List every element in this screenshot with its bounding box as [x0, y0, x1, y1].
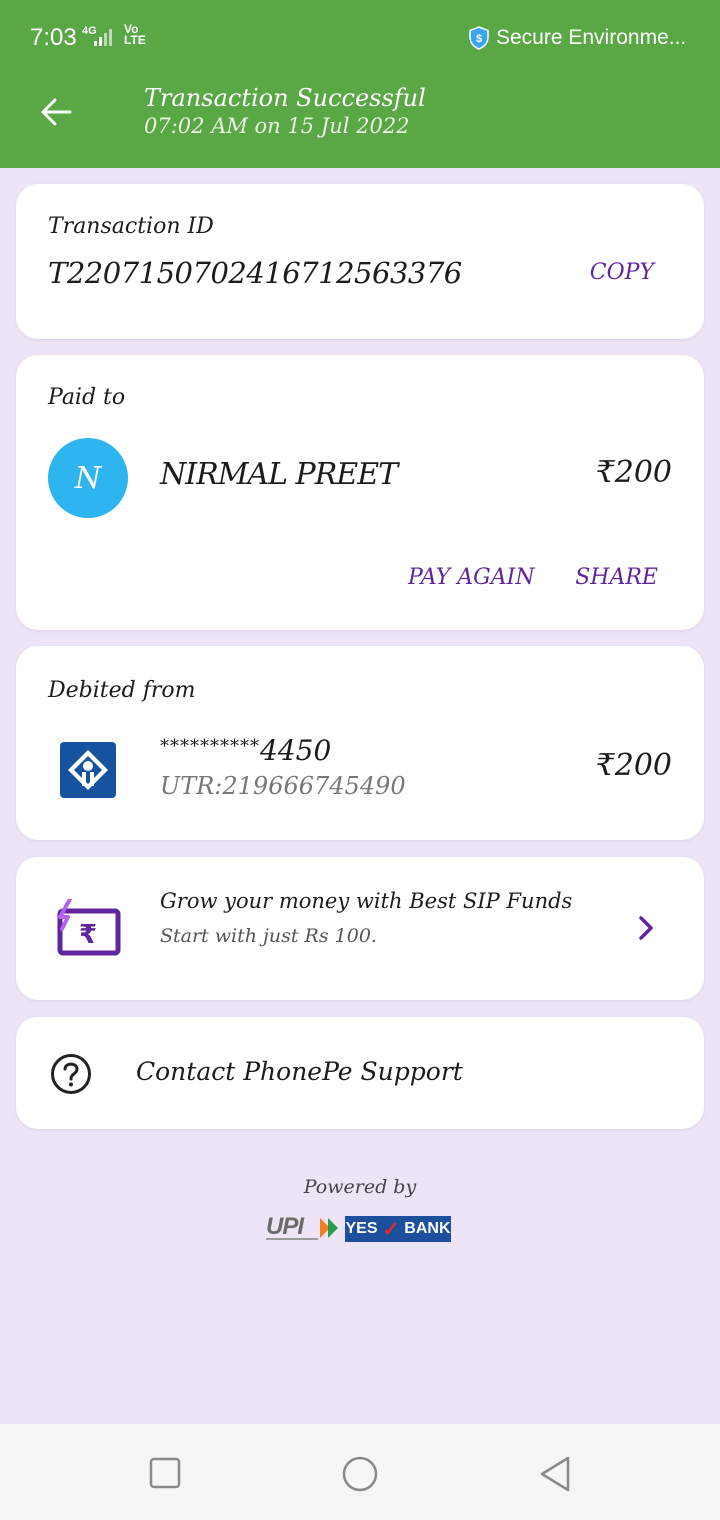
utr-number: UTR:219666745490: [160, 772, 406, 800]
signal-icon: [94, 28, 112, 46]
svg-text:UPI: UPI: [266, 1213, 305, 1240]
tick-icon: ✓: [382, 1218, 400, 1241]
avatar: N: [48, 438, 128, 518]
debited-amount: ₹200: [595, 748, 672, 783]
back-nav-icon[interactable]: [536, 1454, 576, 1494]
account-mask: **********: [160, 736, 260, 757]
paid-to-label: Paid to: [48, 385, 126, 410]
contact-support-label: Contact PhonePe Support: [136, 1057, 463, 1086]
shield-icon: $: [469, 26, 489, 50]
share-button[interactable]: SHARE: [575, 565, 658, 590]
help-icon: [51, 1054, 91, 1094]
payee-name: NIRMAL PREET: [160, 457, 398, 492]
secure-text: Secure Environme...: [496, 26, 687, 49]
svg-text:₹: ₹: [79, 920, 97, 950]
transaction-datetime: 07:02 AM on 15 Jul 2022: [144, 114, 410, 138]
recents-icon[interactable]: [146, 1454, 186, 1494]
rupee-bolt-icon: ₹: [57, 899, 121, 956]
arrow-left-icon[interactable]: [38, 94, 74, 130]
status-time: 7:03: [30, 24, 77, 51]
yes-bank-logo: YES ✓ BANK: [345, 1216, 451, 1242]
secure-environment: $ Secure Environme...: [468, 26, 686, 50]
sip-subtitle: Start with just Rs 100.: [160, 925, 377, 947]
svg-text:$: $: [476, 33, 482, 45]
navigation-bar: [0, 1424, 720, 1520]
copy-button[interactable]: COPY: [590, 260, 654, 285]
upi-logo-icon: UPI: [266, 1213, 338, 1240]
pay-again-button[interactable]: PAY AGAIN: [408, 565, 535, 590]
account-last-digits: 4450: [260, 734, 332, 767]
transaction-id-value: T2207150702416712563376: [48, 256, 462, 290]
sip-title: Grow your money with Best SIP Funds: [160, 889, 573, 913]
contact-support-card[interactable]: Contact PhonePe Support: [16, 1017, 704, 1129]
status-bar: 7:03 4G Vo LTE $ Secure Environme...: [0, 0, 720, 56]
bank-logo-icon: [60, 742, 116, 798]
volte-indicator: Vo LTE: [124, 22, 146, 47]
chevron-right-icon[interactable]: [636, 913, 656, 943]
powered-by-label: Powered by: [303, 1176, 417, 1198]
yes-bank-name: BANK: [404, 1220, 451, 1237]
page-title: Transaction Successful: [144, 84, 426, 112]
home-icon[interactable]: [340, 1454, 380, 1494]
debited-from-card: Debited from **********4450 UTR:21966674…: [16, 646, 704, 840]
app-header: Transaction Successful 07:02 AM on 15 Ju…: [0, 56, 720, 168]
paid-amount: ₹200: [595, 455, 672, 490]
paid-to-card: Paid to N NIRMAL PREET ₹200 PAY AGAIN SH…: [16, 355, 704, 630]
transaction-id-card: Transaction ID T2207150702416712563376 C…: [16, 184, 704, 339]
yes-bank-yes: YES: [345, 1220, 378, 1237]
transaction-id-label: Transaction ID: [48, 214, 214, 239]
account-number: **********4450: [160, 734, 331, 767]
sip-promo-card[interactable]: ₹ Grow your money with Best SIP Funds St…: [16, 857, 704, 1000]
debited-from-label: Debited from: [48, 678, 196, 703]
